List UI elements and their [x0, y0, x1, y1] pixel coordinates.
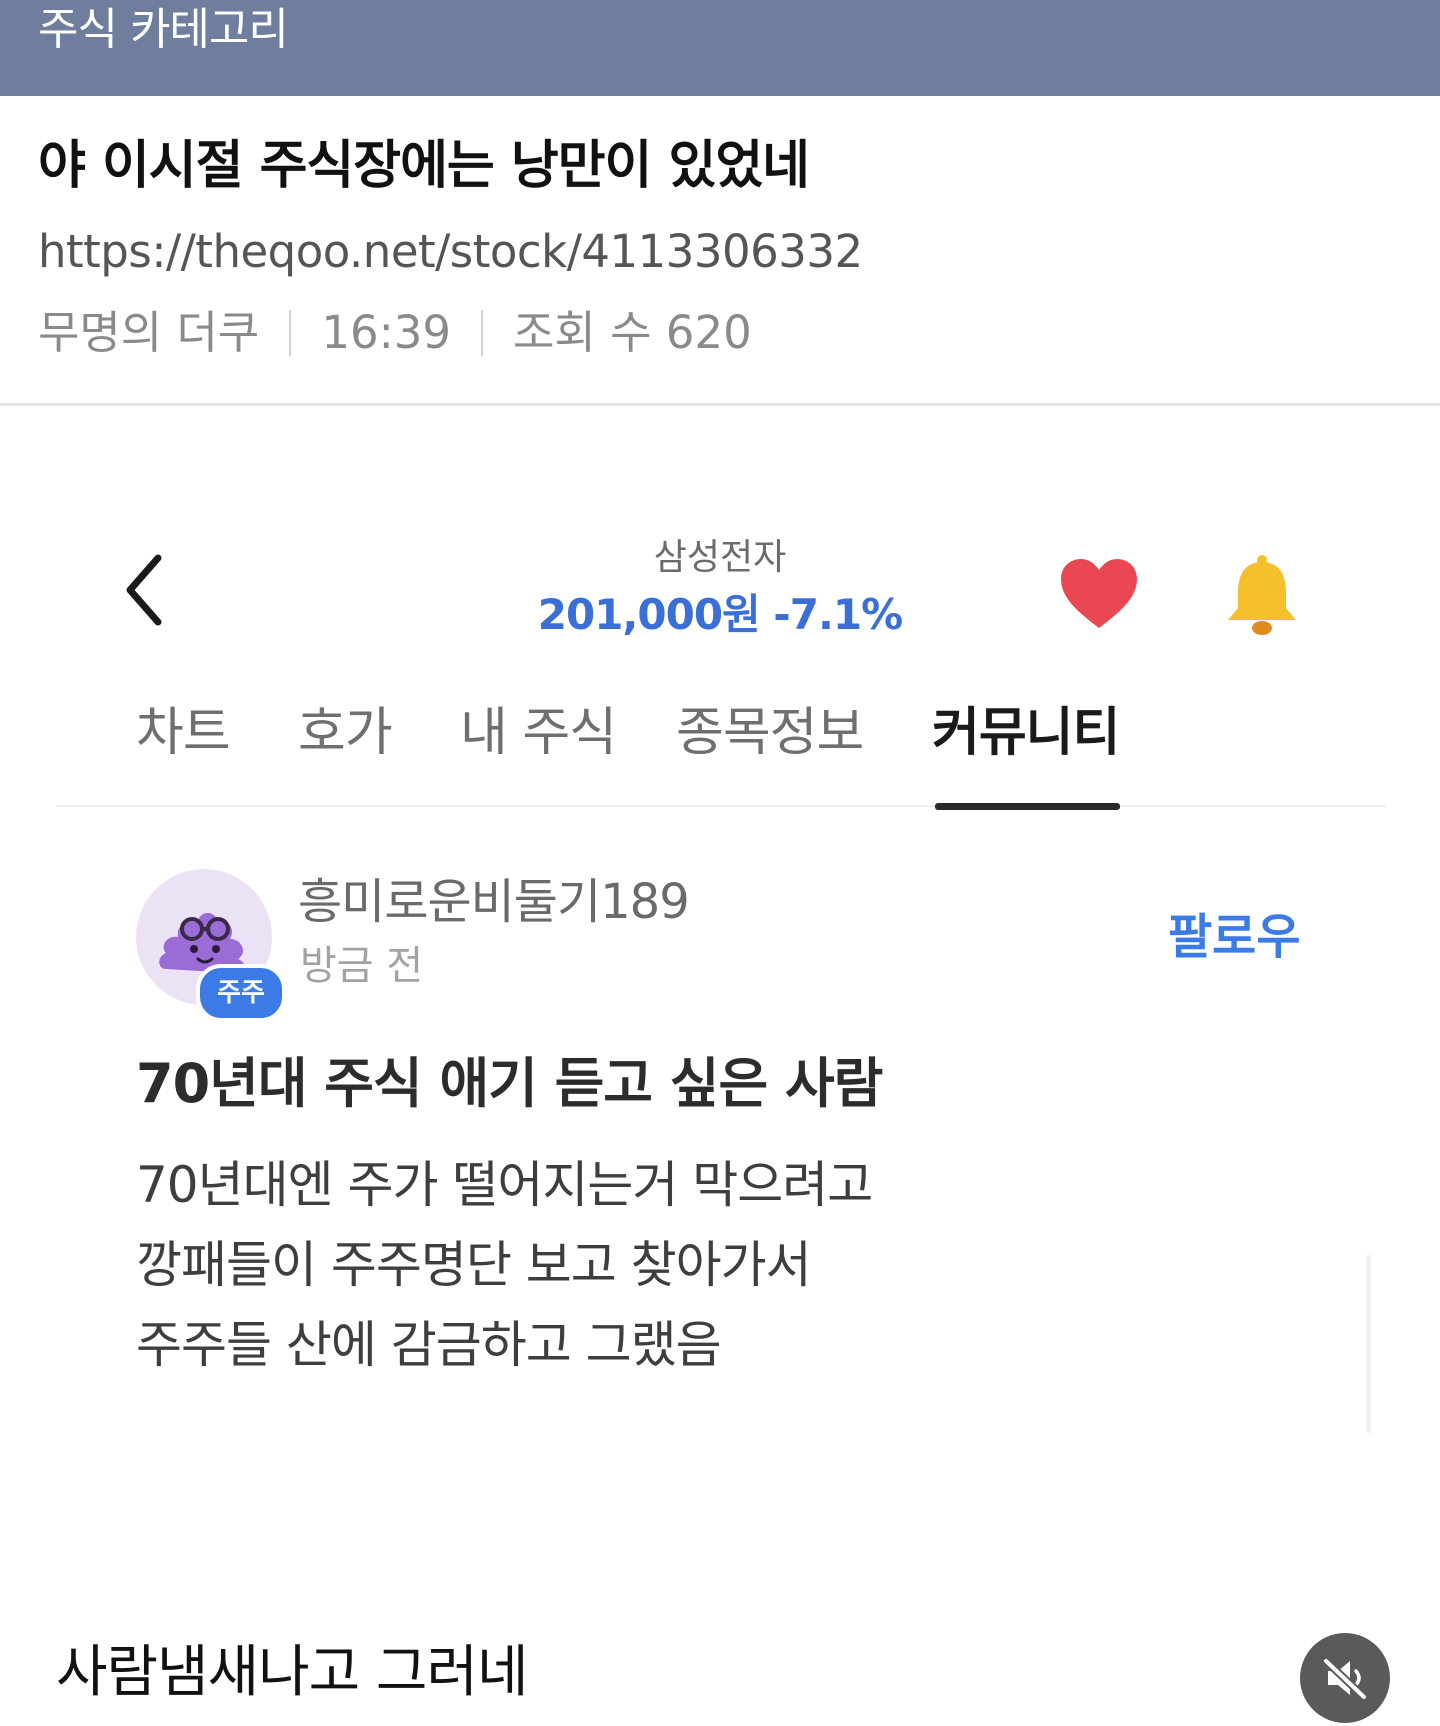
stock-tabs: 차트 호가 내 주식 종목정보 커뮤니티 [0, 700, 1440, 810]
active-tab-indicator [935, 803, 1120, 810]
post-time: 16:39 [321, 306, 451, 359]
mute-button[interactable] [1300, 1633, 1390, 1723]
meta-divider [481, 310, 483, 356]
tab-stock-info[interactable]: 종목정보 [676, 700, 864, 766]
tab-order-book[interactable]: 호가 [298, 700, 393, 766]
tab-my-stock[interactable]: 내 주식 [460, 700, 617, 766]
stock-price: 201,000원 -7.1% [537, 590, 903, 639]
post-title: 야 이시절 주식장에는 낭만이 있었네 [38, 136, 810, 196]
body-line: 깡패들이 주주명단 보고 찾아가서 [136, 1236, 812, 1294]
post-meta: 무명의 더쿠 16:39 조회 수 620 [38, 305, 752, 361]
body-line: 70년대엔 주가 떨어지는거 막으려고 [136, 1156, 873, 1214]
shareholder-badge: 주주 [196, 964, 286, 1022]
tab-chart[interactable]: 차트 [136, 700, 231, 766]
stock-name: 삼성전자 [653, 537, 787, 578]
post-views: 조회 수 620 [513, 306, 752, 359]
tab-community[interactable]: 커뮤니티 [932, 700, 1120, 766]
category-title[interactable]: 주식 카테고리 [38, 2, 289, 58]
chevron-left-icon[interactable] [118, 550, 178, 630]
body-line: 주주들 산에 감금하고 그랬음 [136, 1316, 722, 1374]
post-divider [0, 403, 1440, 406]
avatar[interactable]: 주주 [136, 869, 286, 1022]
tabs-divider [56, 805, 1386, 807]
community-author[interactable]: 흥미로운비둘기189 [298, 872, 690, 932]
meta-divider [289, 310, 292, 356]
post-caption: 사람냄새나고 그러네 [56, 1640, 528, 1705]
community-post-title: 70년대 주식 애기 듣고 싶은 사람 [136, 1052, 883, 1115]
follow-button[interactable]: 팔로우 [1168, 907, 1300, 967]
bell-icon[interactable] [1222, 552, 1302, 642]
community-post-body: 70년대엔 주가 떨어지는거 막으려고 깡패들이 주주명단 보고 찾아가서 주주… [136, 1145, 1136, 1385]
heart-icon[interactable] [1058, 556, 1140, 632]
post-author: 무명의 더쿠 [38, 306, 260, 359]
scrollbar[interactable] [1366, 1255, 1371, 1433]
category-header: 주식 카테고리 [0, 0, 1440, 96]
community-post-time: 방금 전 [300, 943, 424, 989]
post-url[interactable]: https://theqoo.net/stock/4113306332 [38, 224, 863, 280]
speaker-muted-icon [1322, 1657, 1368, 1701]
